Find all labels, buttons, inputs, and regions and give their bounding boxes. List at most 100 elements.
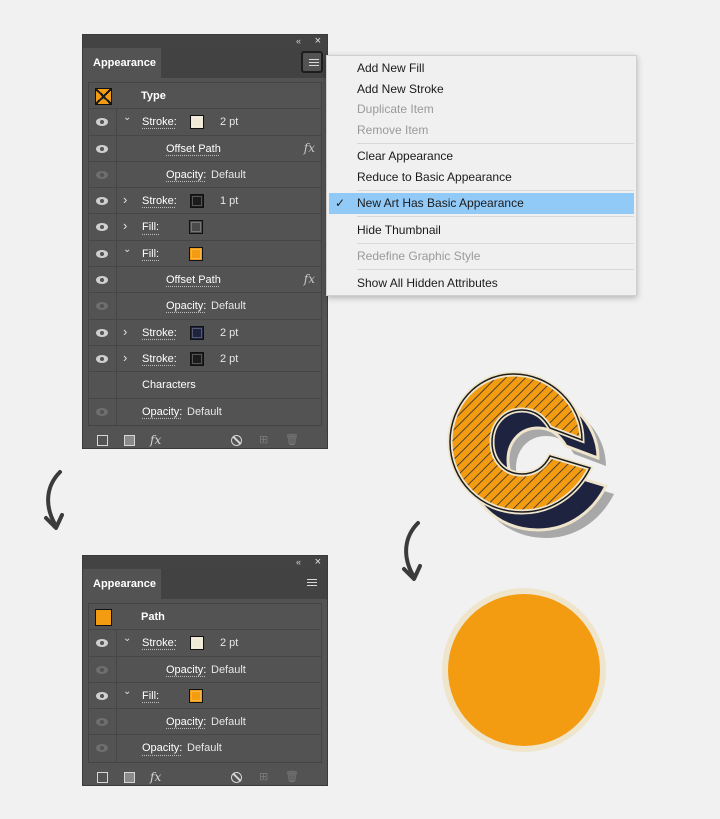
close-icon[interactable]: × bbox=[315, 556, 321, 568]
appearance-row-opacity[interactable]: Opacity: Default bbox=[89, 709, 321, 736]
eye-icon[interactable] bbox=[96, 744, 108, 753]
fill-color-swatch[interactable] bbox=[189, 246, 203, 261]
stroke-color-swatch[interactable] bbox=[190, 194, 204, 209]
eye-icon[interactable] bbox=[96, 691, 108, 700]
eye-icon[interactable] bbox=[96, 302, 108, 311]
eye-icon[interactable] bbox=[96, 665, 108, 674]
chevron-right-icon[interactable]: › bbox=[123, 324, 127, 339]
appearance-row-stroke[interactable]: › Stroke: 1 pt bbox=[89, 188, 321, 215]
opacity-value[interactable]: Default bbox=[211, 664, 246, 676]
offset-path-effect-link[interactable]: Offset Path bbox=[166, 274, 221, 286]
stroke-color-swatch[interactable] bbox=[190, 115, 204, 130]
appearance-row-fill[interactable]: ⌄ Fill: bbox=[89, 682, 321, 710]
menu-item-add-new-fill[interactable]: Add New Fill bbox=[327, 58, 636, 79]
menu-item-clear-appearance[interactable]: Clear Appearance bbox=[327, 146, 636, 167]
chevron-down-icon[interactable]: ⌄ bbox=[123, 633, 131, 644]
opacity-value[interactable]: Default bbox=[187, 742, 222, 754]
stroke-color-swatch[interactable] bbox=[190, 351, 204, 366]
eye-icon[interactable] bbox=[96, 407, 108, 416]
menu-item-remove-item[interactable]: Remove Item bbox=[327, 120, 636, 141]
stroke-color-swatch[interactable] bbox=[190, 636, 204, 651]
appearance-row-characters[interactable]: Characters bbox=[89, 372, 321, 399]
stroke-label[interactable]: Stroke: bbox=[142, 353, 177, 365]
stroke-weight-value[interactable]: 1 pt bbox=[220, 195, 238, 207]
fill-label[interactable]: Fill: bbox=[142, 221, 159, 233]
menu-item-reduce-to-basic-appearance[interactable]: Reduce to Basic Appearance bbox=[327, 167, 636, 188]
eye-icon[interactable] bbox=[96, 249, 108, 258]
appearance-row-fill[interactable]: › Fill: bbox=[89, 214, 321, 241]
eye-icon[interactable] bbox=[96, 354, 108, 363]
menu-item-add-new-stroke[interactable]: Add New Stroke bbox=[327, 79, 636, 100]
stroke-label[interactable]: Stroke: bbox=[142, 195, 177, 207]
appearance-row-stroke[interactable]: › Stroke: 2 pt bbox=[89, 319, 321, 346]
fill-color-swatch[interactable] bbox=[189, 688, 203, 703]
appearance-row-opacity_main[interactable]: Opacity: Default bbox=[89, 735, 321, 762]
chevron-right-icon[interactable]: › bbox=[123, 218, 127, 233]
opacity-label[interactable]: Opacity: bbox=[142, 742, 182, 754]
opacity-label[interactable]: Opacity: bbox=[166, 716, 206, 728]
tab-appearance[interactable]: Appearance bbox=[83, 569, 161, 599]
fill-color-swatch[interactable] bbox=[189, 220, 203, 235]
stroke-weight-value[interactable]: 2 pt bbox=[220, 116, 238, 128]
duplicate-item-icon[interactable]: ⊞ bbox=[259, 433, 268, 446]
offset-path-effect-link[interactable]: Offset Path bbox=[166, 143, 221, 155]
appearance-head-row[interactable]: Type bbox=[89, 83, 321, 110]
appearance-row-opacity_main[interactable]: Opacity: Default bbox=[89, 398, 321, 425]
collapse-icon[interactable]: « bbox=[296, 557, 301, 567]
menu-item-duplicate-item[interactable]: Duplicate Item bbox=[327, 99, 636, 120]
eye-icon[interactable] bbox=[96, 328, 108, 337]
chevron-right-icon[interactable]: › bbox=[123, 350, 127, 365]
opacity-label[interactable]: Opacity: bbox=[142, 406, 182, 418]
duplicate-item-icon[interactable]: ⊞ bbox=[259, 770, 268, 783]
opacity-label[interactable]: Opacity: bbox=[166, 664, 206, 676]
tab-appearance[interactable]: Appearance bbox=[83, 48, 161, 78]
appearance-row-opacity[interactable]: Opacity: Default bbox=[89, 656, 321, 683]
fx-icon[interactable]: fx bbox=[304, 272, 315, 286]
characters-label[interactable]: Characters bbox=[142, 379, 196, 391]
add-new-stroke-icon[interactable] bbox=[97, 771, 108, 783]
stroke-weight-value[interactable]: 2 pt bbox=[220, 637, 238, 649]
appearance-row-stroke[interactable]: ⌄ Stroke: 2 pt bbox=[89, 109, 321, 136]
panel-menu-button[interactable] bbox=[301, 51, 323, 73]
opacity-label[interactable]: Opacity: bbox=[166, 300, 206, 312]
appearance-head-row[interactable]: Path bbox=[89, 604, 321, 631]
eye-icon[interactable] bbox=[96, 197, 108, 206]
stroke-label[interactable]: Stroke: bbox=[142, 327, 177, 339]
eye-icon[interactable] bbox=[96, 144, 108, 153]
eye-icon[interactable] bbox=[96, 718, 108, 727]
menu-item-new-art-has-basic-appearance[interactable]: ✓ New Art Has Basic Appearance bbox=[329, 193, 634, 214]
appearance-row-stroke[interactable]: › Stroke: 2 pt bbox=[89, 345, 321, 373]
appearance-row-effect[interactable]: Offset Path fx bbox=[89, 135, 321, 162]
eye-icon[interactable] bbox=[96, 276, 108, 285]
clear-appearance-icon[interactable] bbox=[231, 771, 242, 783]
clear-appearance-icon[interactable] bbox=[231, 434, 242, 446]
chevron-down-icon[interactable]: ⌄ bbox=[123, 112, 131, 123]
close-icon[interactable]: × bbox=[315, 35, 321, 47]
chevron-right-icon[interactable]: › bbox=[123, 192, 127, 207]
chevron-down-icon[interactable]: ⌄ bbox=[123, 686, 131, 697]
collapse-icon[interactable]: « bbox=[296, 36, 301, 46]
delete-item-icon[interactable]: 🗑 bbox=[285, 433, 299, 446]
add-new-fill-icon[interactable] bbox=[124, 434, 135, 446]
menu-item-show-all-hidden-attributes[interactable]: Show All Hidden Attributes bbox=[327, 273, 636, 294]
panel-menu-button[interactable] bbox=[301, 573, 323, 595]
fill-label[interactable]: Fill: bbox=[142, 248, 159, 260]
menu-item-redefine-graphic-style[interactable]: Redefine Graphic Style bbox=[327, 246, 636, 267]
delete-item-icon[interactable]: 🗑 bbox=[285, 770, 299, 783]
chevron-down-icon[interactable]: ⌄ bbox=[123, 244, 131, 255]
appearance-row-opacity[interactable]: Opacity: Default bbox=[89, 161, 321, 189]
opacity-label[interactable]: Opacity: bbox=[166, 169, 206, 181]
opacity-value[interactable]: Default bbox=[211, 169, 246, 181]
opacity-value[interactable]: Default bbox=[211, 716, 246, 728]
eye-icon[interactable] bbox=[96, 170, 108, 179]
fill-label[interactable]: Fill: bbox=[142, 690, 159, 702]
fx-icon[interactable]: fx bbox=[150, 433, 161, 447]
appearance-row-effect[interactable]: Offset Path fx bbox=[89, 267, 321, 294]
stroke-label[interactable]: Stroke: bbox=[142, 637, 177, 649]
eye-icon[interactable] bbox=[96, 223, 108, 232]
appearance-row-stroke[interactable]: ⌄ Stroke: 2 pt bbox=[89, 630, 321, 657]
appearance-row-opacity[interactable]: Opacity: Default bbox=[89, 293, 321, 320]
stroke-color-swatch[interactable] bbox=[190, 325, 204, 340]
stroke-weight-value[interactable]: 2 pt bbox=[220, 353, 238, 365]
appearance-row-fill[interactable]: ⌄ Fill: bbox=[89, 240, 321, 268]
